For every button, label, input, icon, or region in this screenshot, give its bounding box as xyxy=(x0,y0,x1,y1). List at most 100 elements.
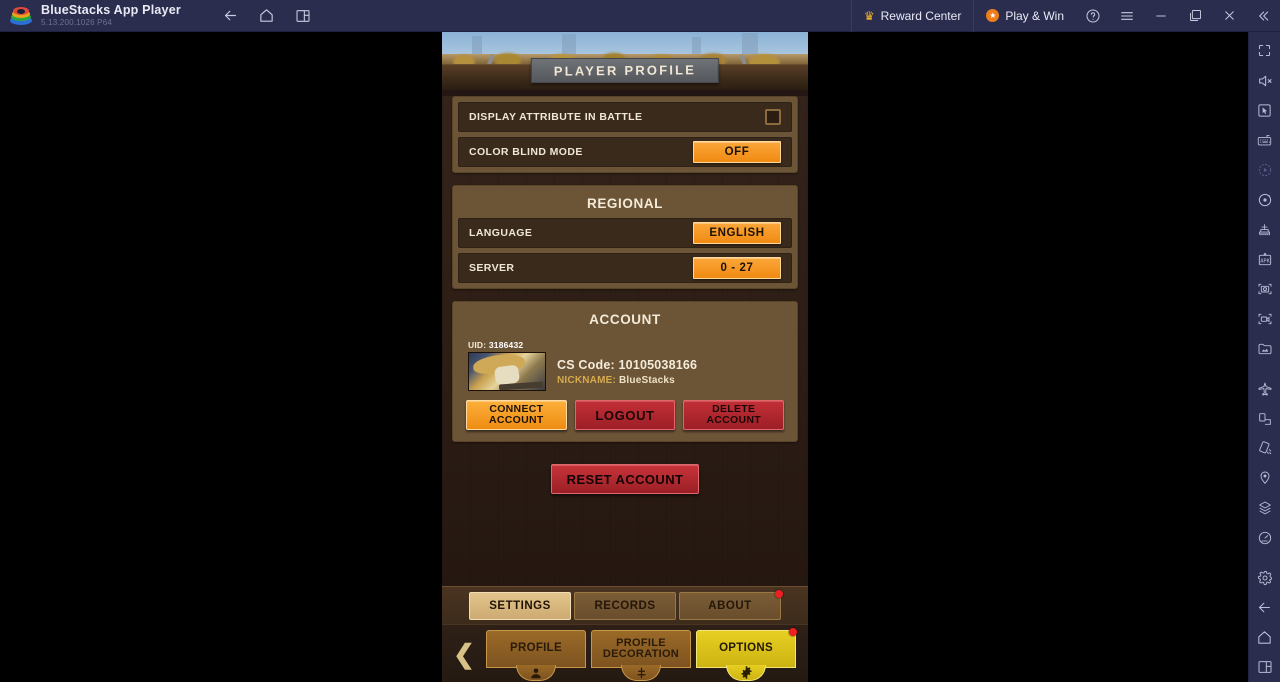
play-and-win-button[interactable]: ★ Play & Win xyxy=(973,0,1076,32)
account-body: UID: 3186432 CS Code: 10105038166 NICKNA… xyxy=(458,334,792,436)
performance-icon[interactable] xyxy=(1251,524,1279,552)
bluestacks-sidebar: APK xyxy=(1248,32,1280,682)
game-viewport: PLAYER PROFILE DISPLAY ATTRIBUTE IN BATT… xyxy=(442,32,808,682)
regional-panel: REGIONAL LANGUAGE ENGLISH SERVER 0 - 27 xyxy=(452,185,798,289)
logout-button[interactable]: LOGOUT xyxy=(574,400,676,430)
account-panel-title: ACCOUNT xyxy=(589,312,661,327)
airplane-mode-icon[interactable] xyxy=(1251,375,1279,403)
person-icon xyxy=(516,665,556,681)
close-icon[interactable] xyxy=(1212,0,1246,32)
language-select-button[interactable]: ENGLISH xyxy=(693,222,781,244)
titlebar-actions: ♛ Reward Center ★ Play & Win xyxy=(850,0,1280,32)
bottom-tab-profile-decoration[interactable]: PROFILE DECORATION xyxy=(591,630,691,681)
app-title: BlueStacks App Player xyxy=(41,2,181,17)
game-body: DISPLAY ATTRIBUTE IN BATTLE COLOR BLIND … xyxy=(442,96,808,624)
account-buttons: CONNECT ACCOUNT LOGOUT DELETE ACCOUNT xyxy=(464,400,786,430)
reset-account-row: RESET ACCOUNT xyxy=(442,464,808,494)
bottom-tab-label: PROFILE xyxy=(510,642,562,655)
bottom-tab-label: OPTIONS xyxy=(719,642,773,655)
server-select-button[interactable]: 0 - 27 xyxy=(693,257,781,279)
display-settings-panel: DISPLAY ATTRIBUTE IN BATTLE COLOR BLIND … xyxy=(452,96,798,173)
reward-center-button[interactable]: ♛ Reward Center xyxy=(850,0,973,32)
cursor-control-icon[interactable] xyxy=(1251,97,1279,125)
connect-account-label-2: ACCOUNT xyxy=(489,414,544,426)
maximize-restore-icon[interactable] xyxy=(1178,0,1212,32)
row-label: LANGUAGE xyxy=(469,227,533,239)
titlebar-text: BlueStacks App Player 5.13.200.1026 P64 xyxy=(41,2,181,28)
delete-account-button[interactable]: DELETE ACCOUNT xyxy=(683,400,785,430)
screen-record-icon[interactable] xyxy=(1251,305,1279,333)
account-info: CS Code: 10105038166 NICKNAME: BlueStack… xyxy=(557,358,697,386)
play-and-win-label: Play & Win xyxy=(1005,8,1064,23)
shake-icon[interactable] xyxy=(1251,435,1279,463)
location-icon[interactable] xyxy=(1251,464,1279,492)
bluestacks-logo-icon xyxy=(10,5,32,27)
macro-record-icon[interactable] xyxy=(1251,186,1279,214)
connect-account-button[interactable]: CONNECT ACCOUNT xyxy=(466,400,567,430)
chevron-left-icon[interactable]: ❮ xyxy=(442,630,486,678)
cs-code: CS Code: 10105038166 xyxy=(557,357,698,372)
row-label: SERVER xyxy=(469,262,515,274)
bottom-nav-tabs: PROFILE PROFILE DECORATION OPTIONS xyxy=(486,628,797,681)
row-color-blind-mode: COLOR BLIND MODE OFF xyxy=(458,137,792,167)
app-version: 5.13.200.1026 P64 xyxy=(41,17,113,27)
screenshot-icon[interactable] xyxy=(1251,276,1279,304)
macro-play-icon[interactable] xyxy=(1251,156,1279,184)
page-title: PLAYER PROFILE xyxy=(530,58,720,83)
minimize-icon[interactable] xyxy=(1144,0,1178,32)
delete-account-label-2: ACCOUNT xyxy=(706,414,761,426)
settings-gear-icon[interactable] xyxy=(1251,564,1279,592)
settings-subtabs: SETTINGS RECORDS ABOUT xyxy=(442,586,808,624)
uid-line: UID: 3186432 xyxy=(468,340,786,350)
tab-settings[interactable]: SETTINGS xyxy=(469,591,571,620)
fullscreen-icon[interactable] xyxy=(1251,37,1279,65)
row-language: LANGUAGE ENGLISH xyxy=(458,218,792,248)
gear-icon xyxy=(726,665,766,681)
bottom-tab-options[interactable]: OPTIONS xyxy=(696,628,797,681)
account-identity: CS Code: 10105038166 NICKNAME: BlueStack… xyxy=(464,352,786,391)
home-icon[interactable] xyxy=(1251,623,1279,651)
keyboard-icon[interactable] xyxy=(1251,126,1279,154)
titlebar-nav xyxy=(217,2,317,30)
avatar[interactable] xyxy=(468,352,546,391)
row-server: SERVER 0 - 27 xyxy=(458,253,792,283)
install-apk-icon[interactable]: APK xyxy=(1251,246,1279,274)
game-header-art: PLAYER PROFILE xyxy=(442,32,808,90)
media-manager-icon[interactable] xyxy=(1251,335,1279,363)
notification-badge xyxy=(789,628,797,636)
back-icon[interactable] xyxy=(1251,594,1279,622)
tab-records[interactable]: RECORDS xyxy=(574,591,676,620)
titlebar: BlueStacks App Player 5.13.200.1026 P64 … xyxy=(0,0,1280,32)
regional-panel-title: REGIONAL xyxy=(586,196,664,211)
notification-badge xyxy=(775,589,783,598)
reward-center-label: Reward Center xyxy=(880,8,962,23)
app-root: BlueStacks App Player 5.13.200.1026 P64 … xyxy=(0,0,1280,682)
nickname-label: NICKNAME: xyxy=(557,374,617,386)
help-circle-icon[interactable] xyxy=(1076,0,1110,32)
row-display-attribute: DISPLAY ATTRIBUTE IN BATTLE xyxy=(458,102,792,132)
decoration-icon xyxy=(621,665,661,681)
home-icon[interactable] xyxy=(253,2,281,30)
row-label: DISPLAY ATTRIBUTE IN BATTLE xyxy=(469,111,643,123)
back-icon[interactable] xyxy=(217,2,245,30)
tab-about[interactable]: ABOUT xyxy=(679,589,783,620)
multi-instance-icon[interactable] xyxy=(289,2,317,30)
eco-mode-icon[interactable] xyxy=(1251,216,1279,244)
svg-text:APK: APK xyxy=(1260,258,1270,264)
nickname-line: NICKNAME: BlueStacks xyxy=(557,375,697,386)
uid-value: 3186432 xyxy=(488,340,524,350)
nickname-value: BlueStacks xyxy=(619,374,675,386)
account-panel: ACCOUNT UID: 3186432 CS Code: 1010503816… xyxy=(452,301,798,442)
multi-layer-icon[interactable] xyxy=(1251,494,1279,522)
recent-apps-icon[interactable] xyxy=(1251,653,1279,681)
star-badge-icon: ★ xyxy=(986,9,1000,22)
crown-icon: ♛ xyxy=(863,8,875,23)
display-attribute-checkbox[interactable] xyxy=(765,109,781,125)
hamburger-menu-icon[interactable] xyxy=(1110,0,1144,32)
bottom-tab-profile[interactable]: PROFILE xyxy=(486,630,586,681)
color-blind-mode-toggle[interactable]: OFF xyxy=(693,141,781,163)
rotate-screen-icon[interactable] xyxy=(1251,405,1279,433)
reset-account-button[interactable]: RESET ACCOUNT xyxy=(551,464,699,494)
mute-icon[interactable] xyxy=(1251,67,1279,95)
double-chevron-left-icon[interactable] xyxy=(1246,0,1280,32)
